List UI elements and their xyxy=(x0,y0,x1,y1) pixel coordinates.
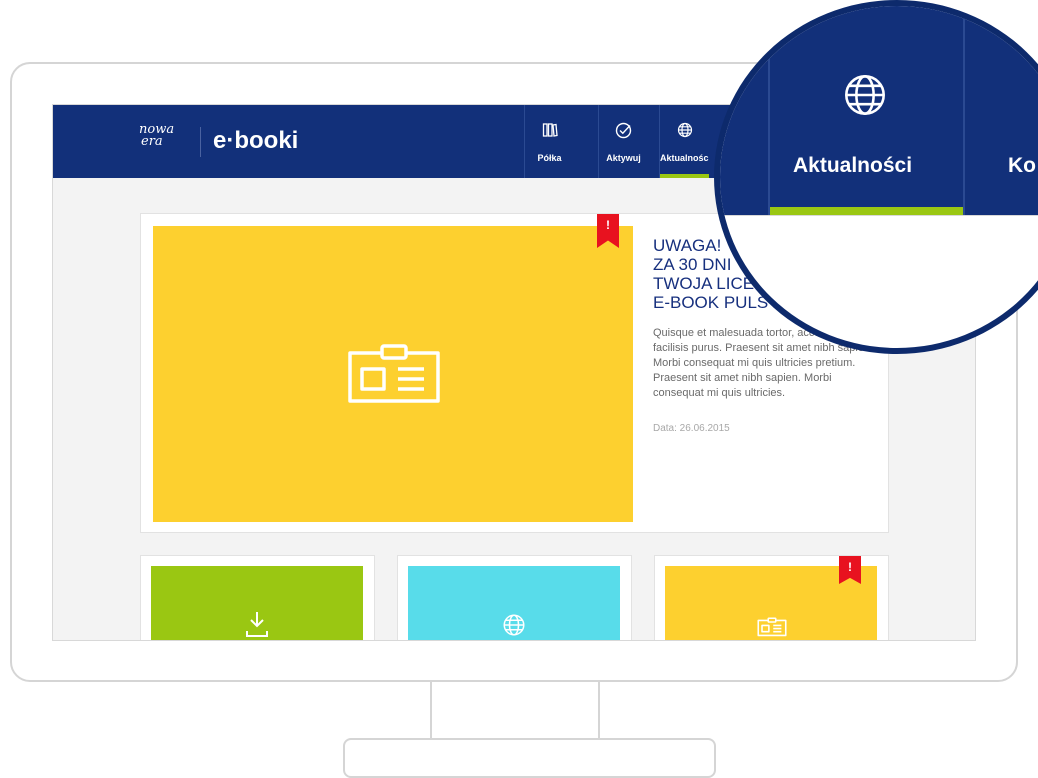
nav-item-aktualnosci[interactable]: Aktualności xyxy=(659,105,709,178)
download-icon xyxy=(242,609,272,640)
ebooki-logo[interactable]: e·booki xyxy=(213,127,298,155)
nowa-era-logo[interactable]: nowa era xyxy=(139,123,174,148)
card-image xyxy=(151,566,363,640)
nav-divider xyxy=(768,6,770,215)
monitor-stand-base xyxy=(343,738,716,778)
news-card[interactable] xyxy=(140,555,375,640)
magnified-tab-label: Aktualności xyxy=(793,154,913,177)
nav-item-polka[interactable]: Półka xyxy=(524,105,574,178)
card-image xyxy=(408,566,620,640)
globe-icon xyxy=(842,72,888,123)
logo-divider xyxy=(200,127,201,157)
news-card[interactable]: ! xyxy=(654,555,889,640)
magnified-divider xyxy=(720,215,1038,216)
id-card-icon xyxy=(346,343,442,410)
nav-divider xyxy=(963,6,965,215)
globe-icon xyxy=(502,613,526,640)
checkmark-circle-icon xyxy=(599,122,648,140)
active-tab-indicator xyxy=(660,174,709,178)
globe-icon xyxy=(660,122,709,140)
magnified-next-tab-label: Ko xyxy=(1008,154,1036,177)
magnified-nav-bar: Aktualności Ko xyxy=(720,6,1038,215)
featured-date: Data: 26.06.2015 xyxy=(653,423,730,434)
featured-image xyxy=(153,226,633,522)
magnified-active-indicator xyxy=(770,207,963,215)
books-icon xyxy=(525,122,574,140)
id-card-icon xyxy=(757,616,787,640)
monitor-stand-neck xyxy=(430,682,600,740)
nav-item-aktywuj[interactable]: Aktywuj xyxy=(598,105,648,178)
news-card[interactable] xyxy=(397,555,632,640)
